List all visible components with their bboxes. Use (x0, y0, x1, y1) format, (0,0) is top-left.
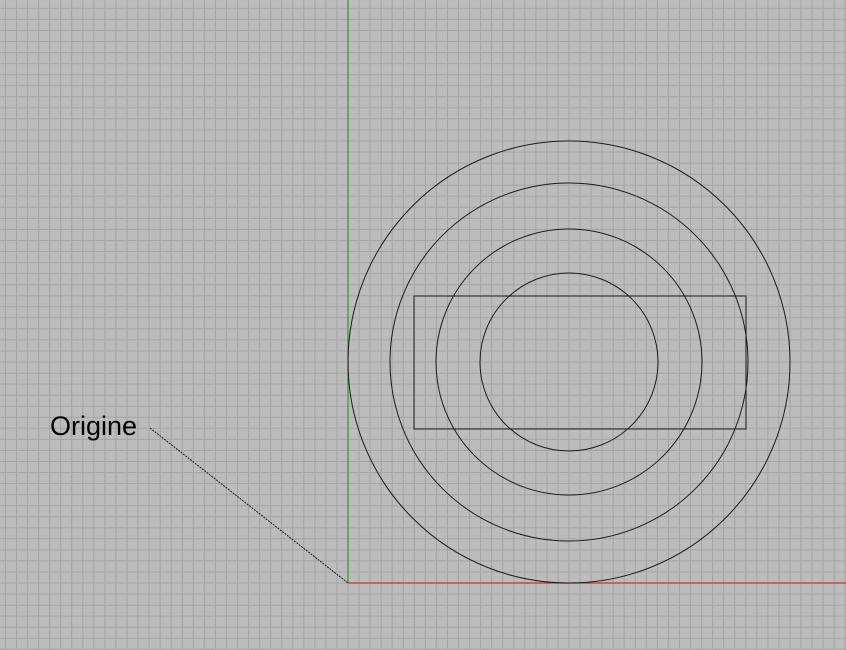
origin-label: Origine (50, 411, 138, 441)
grid-lines (0, 0, 846, 650)
drawing-canvas[interactable] (0, 0, 846, 650)
cad-viewport[interactable]: Origine (0, 0, 846, 650)
